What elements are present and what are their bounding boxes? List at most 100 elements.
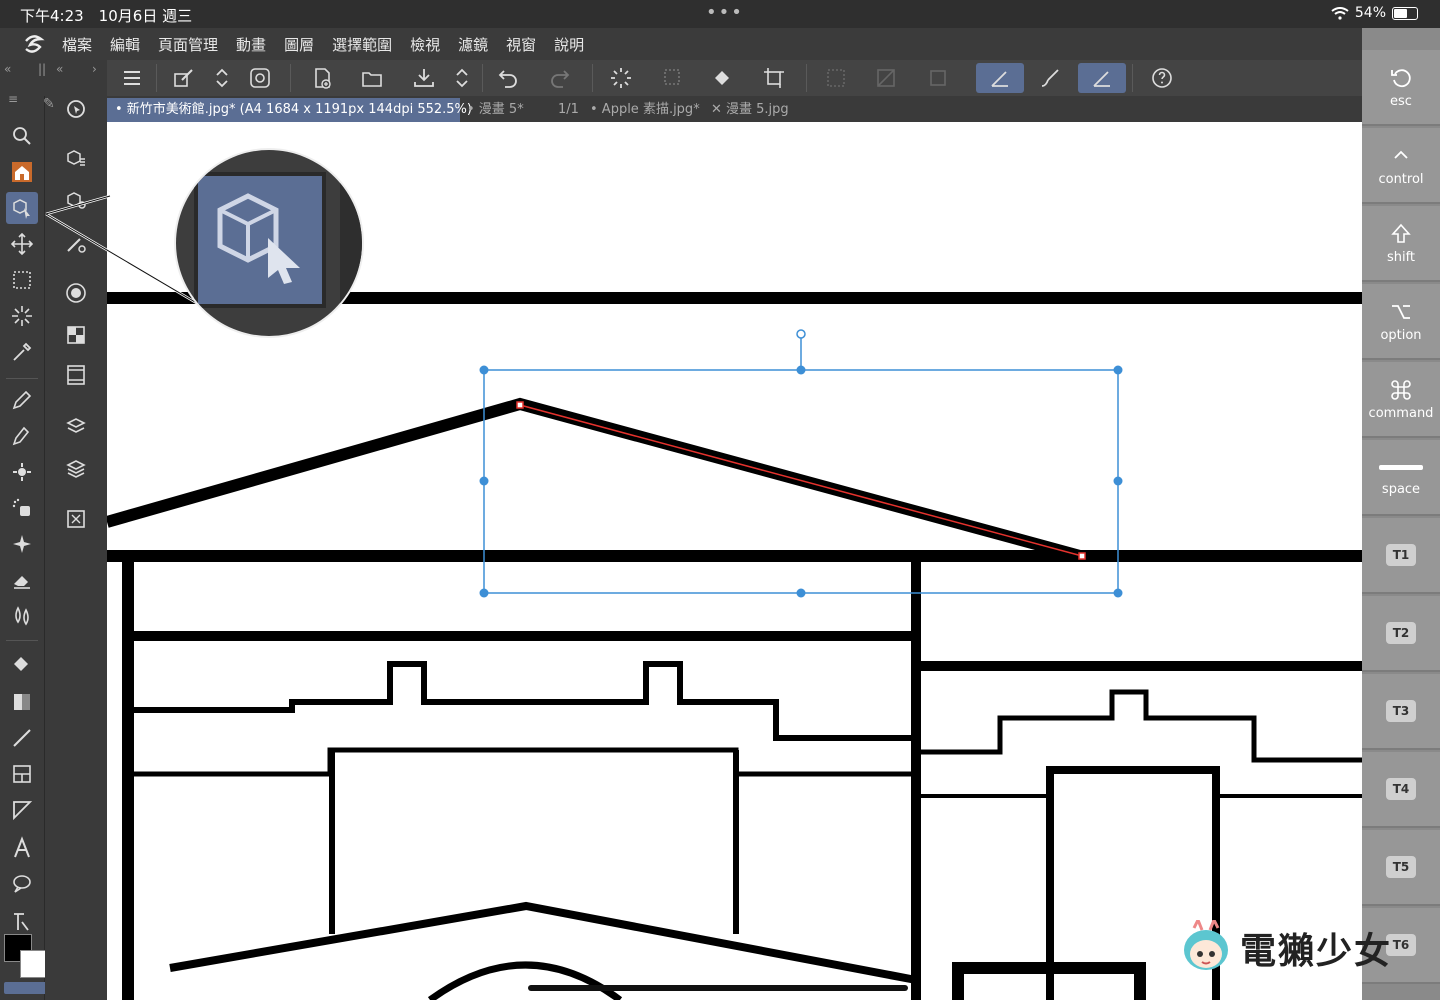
- frame-border-tool-icon[interactable]: [6, 758, 38, 790]
- film-sub-tool-icon[interactable]: [59, 358, 93, 392]
- ruler-tool-icon[interactable]: [6, 794, 38, 826]
- menu-bar: 檔案 編輯 頁面管理 動畫 圖層 選擇範圍 檢視 濾鏡 視窗 說明: [0, 28, 1362, 60]
- undo-button[interactable]: [490, 63, 526, 93]
- hide-outside-button[interactable]: [818, 63, 854, 93]
- magic-wand-tool-icon[interactable]: [6, 300, 38, 332]
- balloon-tool-icon[interactable]: [6, 868, 38, 900]
- pencil-tool-icon[interactable]: [6, 420, 38, 452]
- watermark: 電獺少女: [1180, 920, 1392, 976]
- clear-selection-button[interactable]: [655, 63, 691, 93]
- fill-tool-icon[interactable]: [6, 648, 38, 680]
- command-bar: « || « ›: [0, 60, 1362, 96]
- key-space[interactable]: space: [1362, 440, 1440, 516]
- transparent-color-toggle[interactable]: [4, 982, 48, 994]
- key-t4[interactable]: T4: [1362, 752, 1440, 828]
- rotate-icon: [1391, 68, 1411, 87]
- menu-filter[interactable]: 濾鏡: [458, 34, 488, 55]
- color-mask-button[interactable]: [868, 63, 904, 93]
- key-esc[interactable]: esc: [1362, 50, 1440, 126]
- multitasking-dots[interactable]: •••: [706, 2, 744, 23]
- pen-indicator-icon: ✎: [43, 96, 55, 112]
- tab-comic-5[interactable]: • 漫畫 5*: [459, 98, 547, 122]
- object-tool-button[interactable]: [166, 63, 202, 93]
- open-file-button[interactable]: [354, 63, 390, 93]
- chevron-up-icon: [1394, 150, 1408, 159]
- home-tool-icon[interactable]: [6, 156, 38, 188]
- tab-new-file-active[interactable]: • 新竹市美術館.jpg* (A4 1684 x 1191px 144dpi 5…: [107, 98, 472, 122]
- hamburger-menu-button[interactable]: [114, 63, 150, 93]
- panel-divider-icon[interactable]: ||: [38, 62, 46, 76]
- layers-sub-tool-icon[interactable]: [59, 452, 93, 486]
- text-tool-icon[interactable]: [6, 832, 38, 864]
- eraser-tool-icon[interactable]: [6, 564, 38, 596]
- save-options-button[interactable]: [444, 63, 480, 93]
- wifi-icon: [1331, 6, 1349, 20]
- navigator-sub-tool-icon[interactable]: [59, 502, 93, 536]
- tab-apple-sketch[interactable]: • Apple 素描.jpg*: [582, 98, 710, 122]
- marquee-tool-icon[interactable]: [6, 264, 38, 296]
- tab-comic-5-jpg[interactable]: ✕ 漫畫 5.jpg: [703, 98, 821, 122]
- brush-tool-icon[interactable]: [6, 456, 38, 488]
- airbrush-tool-icon[interactable]: [6, 492, 38, 524]
- eyedropper-tool-icon[interactable]: [6, 336, 38, 368]
- menu-animation[interactable]: 動畫: [236, 34, 266, 55]
- updown-button[interactable]: [204, 63, 240, 93]
- brush-snap-button[interactable]: [1032, 63, 1068, 93]
- transform-button[interactable]: [756, 63, 792, 93]
- figure-tool-icon[interactable]: [6, 722, 38, 754]
- status-right: 54%: [1331, 5, 1418, 21]
- menu-file[interactable]: 檔案: [62, 34, 92, 55]
- menu-selection[interactable]: 選擇範圍: [332, 34, 392, 55]
- key-t1[interactable]: T1: [1362, 518, 1440, 594]
- key-control[interactable]: control: [1362, 128, 1440, 204]
- save-button[interactable]: [406, 63, 442, 93]
- fill-button[interactable]: [705, 63, 741, 93]
- border-button[interactable]: [920, 63, 956, 93]
- key-shift[interactable]: shift: [1362, 206, 1440, 282]
- menu-edit[interactable]: 編輯: [110, 34, 140, 55]
- layer-property-sub-tool-icon[interactable]: [59, 410, 93, 444]
- object-sub-tool-icon[interactable]: [59, 92, 93, 126]
- battery-icon: [1392, 6, 1418, 20]
- pen-tool-icon[interactable]: [6, 384, 38, 416]
- mascot-logo-icon: [1184, 920, 1228, 970]
- palette-menu-icon[interactable]: ≡: [8, 92, 18, 106]
- document-tabs: • 新竹市美術館.jpg* (A4 1684 x 1191px 144dpi 5…: [107, 98, 1362, 122]
- shift-icon: [1391, 223, 1411, 243]
- 3d-object-sub-tool-icon[interactable]: [59, 142, 93, 176]
- key-t2[interactable]: T2: [1362, 596, 1440, 672]
- home-indicator[interactable]: [528, 985, 908, 991]
- tool-palette: ≡: [0, 92, 48, 1000]
- menu-page-management[interactable]: 頁面管理: [158, 34, 218, 55]
- help-button[interactable]: [1144, 63, 1180, 93]
- sub-color-swatch[interactable]: [20, 950, 48, 978]
- zoom-tool-icon[interactable]: [6, 120, 38, 152]
- menu-window[interactable]: 視窗: [506, 34, 536, 55]
- quick-access-button[interactable]: [242, 63, 278, 93]
- option-icon: [1392, 304, 1410, 319]
- redo-button[interactable]: [542, 63, 578, 93]
- snap-ruler-button[interactable]: [976, 63, 1024, 93]
- key-option[interactable]: option: [1362, 284, 1440, 360]
- key-t5[interactable]: T5: [1362, 830, 1440, 906]
- menu-layer[interactable]: 圖層: [284, 34, 314, 55]
- menu-view[interactable]: 檢視: [410, 34, 440, 55]
- object-select-tool-icon: [217, 193, 300, 284]
- menu-help[interactable]: 說明: [554, 34, 584, 55]
- app-logo-icon[interactable]: [18, 29, 48, 59]
- move-tool-icon[interactable]: [6, 228, 38, 260]
- snap-special-ruler-button[interactable]: [1078, 63, 1126, 93]
- expand-right-icon[interactable]: ›: [92, 62, 97, 76]
- key-command[interactable]: command: [1362, 362, 1440, 438]
- object-select-tool-icon[interactable]: [6, 192, 38, 224]
- magnified-object-tool-callout: [176, 150, 362, 336]
- decoration-tool-icon[interactable]: [6, 528, 38, 560]
- loading-spinner-icon: [603, 63, 639, 93]
- new-file-button[interactable]: [304, 63, 340, 93]
- collapse-left-icon[interactable]: «: [4, 62, 11, 76]
- gradient-tool-icon[interactable]: [6, 686, 38, 718]
- blend-tool-icon[interactable]: [6, 600, 38, 632]
- key-t3[interactable]: T3: [1362, 674, 1440, 750]
- grid-sub-tool-icon[interactable]: [59, 318, 93, 352]
- collapse-sub-icon[interactable]: «: [56, 62, 63, 76]
